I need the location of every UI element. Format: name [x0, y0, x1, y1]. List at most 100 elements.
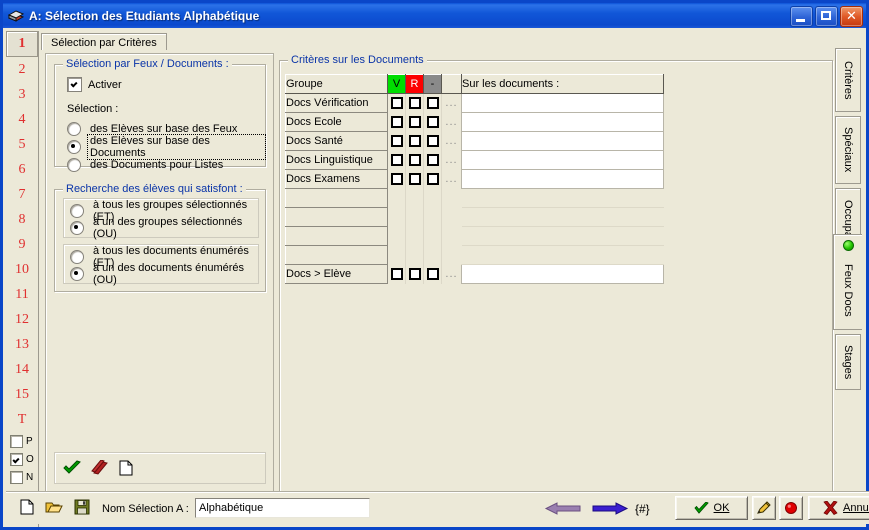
page-icon[interactable] [119, 460, 133, 476]
number-item-14[interactable]: 14 [6, 357, 38, 382]
number-item-8[interactable]: 8 [6, 207, 38, 232]
red-strike-icon[interactable] [91, 459, 109, 476]
row-0-check-r[interactable] [405, 93, 424, 113]
column-header-groupe[interactable]: Groupe [285, 74, 388, 94]
radio-documents-pour-listes[interactable]: des Documents pour Listes [67, 156, 225, 173]
number-item-2[interactable]: 2 [6, 57, 38, 82]
radio-un-des-groupes-ou[interactable]: à un des groupes sélectionnés (OU) [70, 216, 258, 240]
column-header-gray[interactable]: - [423, 74, 442, 94]
column-header-sur-les-documents[interactable]: Sur les documents : [461, 74, 664, 94]
row-0-documents-field[interactable] [461, 93, 664, 113]
row-3-check-r[interactable] [405, 150, 424, 170]
row-label-7[interactable] [285, 226, 388, 246]
number-item-9[interactable]: 9 [6, 232, 38, 257]
row-1-check-r[interactable] [405, 112, 424, 132]
row-4-check-r[interactable] [405, 169, 424, 189]
row-1-ellipsis-button[interactable]: ... [441, 112, 462, 132]
row-label-0[interactable]: Docs Vérification [285, 93, 388, 113]
close-button[interactable] [840, 6, 863, 27]
nom-selection-input[interactable] [195, 498, 370, 518]
number-item-11[interactable]: 11 [6, 282, 38, 307]
row-4-check-v[interactable] [387, 169, 406, 189]
row-2-documents-field[interactable] [461, 131, 664, 151]
minimize-button[interactable] [790, 6, 813, 27]
radio-tous-groupes-et-dot[interactable] [70, 203, 84, 218]
vtab-criteres[interactable]: Critères [835, 48, 861, 112]
vtab-feux-docs[interactable]: Feux Docs [833, 234, 862, 330]
pen-button[interactable] [752, 496, 776, 520]
table-row[interactable] [285, 226, 664, 246]
row-label-2[interactable]: Docs Santé [285, 131, 388, 151]
row-label-3[interactable]: Docs Linguistique [285, 150, 388, 170]
row-3-ellipsis-button[interactable]: ... [441, 150, 462, 170]
radio-eleves-base-documents-dot[interactable] [67, 139, 81, 154]
radio-eleves-base-documents[interactable]: des Elèves sur base des Documents [67, 133, 266, 160]
row-3-check-gray[interactable] [423, 150, 442, 170]
number-item-7[interactable]: 7 [6, 182, 38, 207]
green-check-icon[interactable] [63, 460, 81, 476]
vtab-speciaux[interactable]: Spéciaux [835, 116, 861, 184]
new-file-icon[interactable] [20, 499, 34, 515]
checkbox-n-box[interactable] [10, 470, 23, 484]
ok-button[interactable]: OK [675, 496, 748, 520]
number-item-12[interactable]: 12 [6, 307, 38, 332]
row-0-check-gray[interactable] [423, 93, 442, 113]
table-row[interactable] [285, 188, 664, 208]
column-header-blank[interactable] [441, 74, 462, 94]
save-disk-icon[interactable] [74, 499, 90, 515]
row-2-ellipsis-button[interactable]: ... [441, 131, 462, 151]
radio-tous-documents-et-dot[interactable] [70, 249, 84, 264]
number-item-13[interactable]: 13 [6, 332, 38, 357]
row-9-check-v[interactable] [387, 264, 406, 284]
table-row[interactable]: Docs Ecole ... [285, 112, 664, 132]
row-0-ellipsis-button[interactable]: ... [441, 93, 462, 113]
radio-un-des-documents-ou-dot[interactable] [70, 266, 84, 281]
number-item-15[interactable]: 15 [6, 382, 38, 407]
checkbox-o-box[interactable] [10, 452, 23, 466]
column-header-v[interactable]: V [387, 74, 406, 94]
row-0-check-v[interactable] [387, 93, 406, 113]
row-label-1[interactable]: Docs Ecole [285, 112, 388, 132]
table-row[interactable] [285, 207, 664, 227]
row-label-4[interactable]: Docs Examens [285, 169, 388, 189]
row-2-check-v[interactable] [387, 131, 406, 151]
row-label-5[interactable] [285, 188, 388, 208]
number-item-5[interactable]: 5 [6, 132, 38, 157]
column-header-r[interactable]: R [405, 74, 424, 94]
radio-un-des-documents-ou[interactable]: à un des documents énumérés (OU) [70, 262, 258, 286]
table-row[interactable] [285, 245, 664, 265]
radio-documents-pour-listes-dot[interactable] [67, 157, 81, 172]
row-label-8[interactable] [285, 245, 388, 265]
table-row[interactable]: Docs > Elève ... [285, 264, 664, 284]
row-3-check-v[interactable] [387, 150, 406, 170]
row-9-check-r[interactable] [405, 264, 424, 284]
radio-eleves-base-feux-dot[interactable] [67, 121, 81, 136]
number-item-t[interactable]: T [6, 407, 38, 432]
row-1-check-v[interactable] [387, 112, 406, 132]
row-9-ellipsis-button[interactable]: ... [441, 264, 462, 284]
number-item-3[interactable]: 3 [6, 82, 38, 107]
row-label-9[interactable]: Docs > Elève [285, 264, 388, 284]
table-row[interactable]: Docs Linguistique ... [285, 150, 664, 170]
table-row[interactable]: Docs Vérification ... [285, 93, 664, 113]
checkbox-o[interactable]: O [6, 450, 38, 468]
number-item-6[interactable]: 6 [6, 157, 38, 182]
row-1-documents-field[interactable] [461, 112, 664, 132]
activer-checkbox[interactable]: Activer [67, 77, 122, 92]
radio-un-des-groupes-ou-dot[interactable] [70, 220, 84, 235]
activer-checkbox-box[interactable] [67, 77, 82, 92]
red-dot-button[interactable] [779, 496, 803, 520]
row-3-documents-field[interactable] [461, 150, 664, 170]
row-2-check-gray[interactable] [423, 131, 442, 151]
row-9-check-gray[interactable] [423, 264, 442, 284]
row-4-documents-field[interactable] [461, 169, 664, 189]
row-label-6[interactable] [285, 207, 388, 227]
row-4-ellipsis-button[interactable]: ... [441, 169, 462, 189]
number-item-4[interactable]: 4 [6, 107, 38, 132]
number-item-10[interactable]: 10 [6, 257, 38, 282]
open-folder-icon[interactable] [45, 499, 63, 515]
maximize-button[interactable] [815, 6, 838, 27]
prev-arrow-icon[interactable] [544, 500, 582, 517]
next-arrow-icon[interactable] [591, 500, 629, 517]
table-row[interactable]: Docs Examens ... [285, 169, 664, 189]
